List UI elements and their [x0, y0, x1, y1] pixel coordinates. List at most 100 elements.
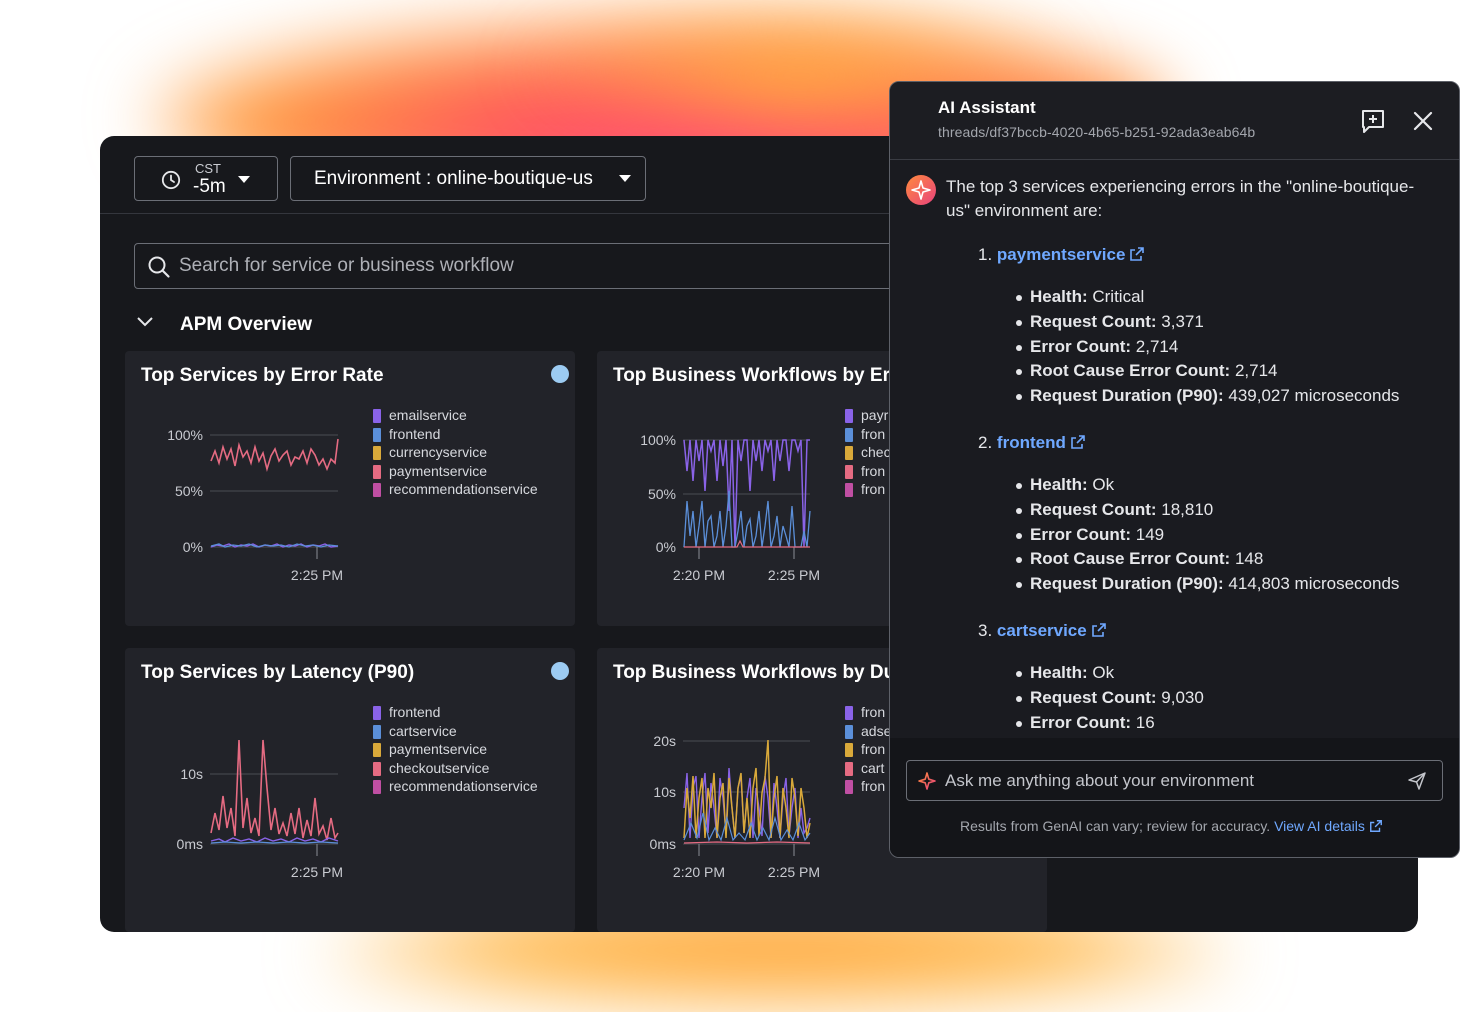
- frontend-latency-series-line: [210, 837, 339, 843]
- detail-value: 439,027 microseconds: [1223, 386, 1400, 405]
- service-item-cartservice: 3. cartservice: [978, 621, 1107, 641]
- legend-swatch: [373, 706, 381, 720]
- detail-label: Root Cause Error Count:: [1030, 549, 1231, 568]
- legend-label: fron: [861, 741, 886, 757]
- detail-item: Request Count: 18,810: [1015, 500, 1214, 520]
- detail-label: Error Count:: [1030, 337, 1132, 356]
- detail-label: Root Cause Error Count:: [1030, 361, 1231, 380]
- search-input[interactable]: [179, 253, 879, 279]
- legend-swatch: [845, 706, 853, 720]
- time-zone-label: CST: [195, 161, 221, 176]
- legend-swatch: [845, 464, 853, 479]
- legend-swatch: [373, 427, 381, 442]
- legend-swatch: [845, 427, 853, 442]
- time-range-picker[interactable]: CST -5m: [134, 156, 278, 201]
- detail-item: Request Count: 9,030: [1016, 688, 1204, 708]
- legend-label: fron: [861, 778, 886, 794]
- chart-card-latency-services[interactable]: Top Services by Latency (P90) 10s 0ms 2:…: [125, 648, 575, 932]
- legend-label: fron: [861, 462, 886, 479]
- cartservice-duration-series-line: [683, 841, 811, 844]
- detail-item: Health: Ok: [1015, 663, 1115, 683]
- view-ai-details-link[interactable]: View AI details: [1274, 818, 1365, 834]
- detail-label: Error Count:: [1030, 525, 1132, 544]
- legend-swatch: [373, 464, 381, 479]
- detail-item: Health: Critical: [1015, 287, 1145, 307]
- legend-swatch: [845, 743, 853, 757]
- section-title: APM Overview: [180, 314, 312, 335]
- list-number: 1.: [978, 245, 993, 264]
- external-link-icon[interactable]: [1369, 819, 1383, 833]
- legend-label: fron: [861, 704, 886, 720]
- detail-label: Request Count:: [1030, 500, 1157, 519]
- legend-label: recommendationservice: [389, 481, 538, 497]
- frontend-checkout-duration-series-line: [683, 739, 811, 839]
- environment-selector[interactable]: Environment : online-boutique-us: [290, 156, 646, 201]
- external-link-icon[interactable]: [1070, 434, 1086, 450]
- ai-assistant-title: AI Assistant: [938, 98, 1036, 117]
- clock-icon: [161, 170, 181, 190]
- legend-label: chec: [861, 444, 891, 460]
- external-link-icon[interactable]: [1129, 246, 1145, 262]
- ai-conversation: The top 3 services experiencing errors i…: [890, 161, 1459, 737]
- detail-value: 149: [1131, 525, 1165, 544]
- send-icon[interactable]: [1407, 771, 1427, 791]
- legend-label: fron: [861, 425, 886, 442]
- ask-input-box[interactable]: [906, 760, 1443, 801]
- detail-value: 18,810: [1156, 500, 1214, 519]
- time-range-value: -5m: [193, 176, 226, 197]
- assistant-avatar: [906, 175, 936, 205]
- detail-item: Request Duration (P90): 439,027 microsec…: [1015, 386, 1400, 406]
- y-tick-label: 10s: [653, 784, 676, 800]
- ask-input[interactable]: [945, 769, 1385, 793]
- detail-label: Health:: [1030, 663, 1088, 682]
- detail-value: 9,030: [1156, 688, 1204, 707]
- detail-value: Critical: [1087, 287, 1145, 306]
- external-link-icon[interactable]: [1091, 622, 1107, 638]
- detail-value: Ok: [1087, 475, 1115, 494]
- legend-swatch: [845, 409, 853, 423]
- close-icon[interactable]: [1412, 110, 1434, 132]
- x-tick-label: 2:25 PM: [291, 864, 343, 880]
- legend-label: checkoutservice: [389, 759, 490, 776]
- detail-label: Request Count:: [1030, 688, 1157, 707]
- service-item-paymentservice: 1. paymentservice: [978, 245, 1145, 265]
- legend-swatch: [845, 446, 853, 460]
- legend-label: frontend: [389, 704, 441, 720]
- y-tick-label: 100%: [640, 432, 676, 448]
- chart-card-error-rate-services[interactable]: Top Services by Error Rate 100% 50% 0% 2…: [125, 351, 575, 626]
- caret-down-icon: [619, 175, 631, 182]
- legend-label: cartservice: [389, 722, 457, 739]
- legend-swatch: [845, 761, 853, 776]
- ai-assistant-panel: AI Assistant threads/df37bccb-4020-4b65-…: [889, 81, 1460, 858]
- x-tick-label: 2:25 PM: [291, 567, 343, 583]
- chevron-down-icon[interactable]: [136, 316, 154, 328]
- service-link[interactable]: frontend: [997, 433, 1066, 452]
- y-tick-label: 20s: [653, 733, 676, 749]
- detail-value: 2,714: [1230, 361, 1278, 380]
- x-tick-label: 2:20 PM: [673, 864, 725, 880]
- detail-value: 148: [1230, 549, 1264, 568]
- legend-swatch: [373, 724, 381, 739]
- detail-item: Root Cause Error Count: 2,714: [1016, 361, 1278, 381]
- list-number: 3.: [978, 621, 993, 640]
- detail-value: Ok: [1087, 663, 1115, 682]
- x-tick-label: 2:20 PM: [673, 567, 725, 583]
- legend-label: cart: [861, 759, 885, 776]
- sparkle-icon: [918, 772, 936, 790]
- genai-disclaimer: Results from GenAI can vary; review for …: [960, 818, 1383, 834]
- legend-swatch: [373, 761, 381, 776]
- legend-label: emailservice: [389, 407, 467, 423]
- y-tick-label: 10s: [180, 766, 203, 782]
- checkoutservice-workflow-series-line: [684, 539, 810, 548]
- checkoutservice-latency-series-line: [210, 739, 339, 841]
- legend-swatch: [373, 743, 381, 757]
- service-link[interactable]: cartservice: [997, 621, 1087, 640]
- detail-item: Health: Ok: [1015, 475, 1115, 495]
- y-tick-label: 0ms: [177, 836, 203, 852]
- thread-id: threads/df37bccb-4020-4b65-b251-92ada3ea…: [938, 124, 1256, 140]
- detail-item: Error Count: 149: [1015, 525, 1165, 545]
- x-tick-label: 2:25 PM: [768, 567, 820, 583]
- detail-item: Error Count: 16: [1016, 713, 1155, 733]
- service-link[interactable]: paymentservice: [997, 245, 1126, 264]
- new-thread-icon[interactable]: [1360, 108, 1386, 134]
